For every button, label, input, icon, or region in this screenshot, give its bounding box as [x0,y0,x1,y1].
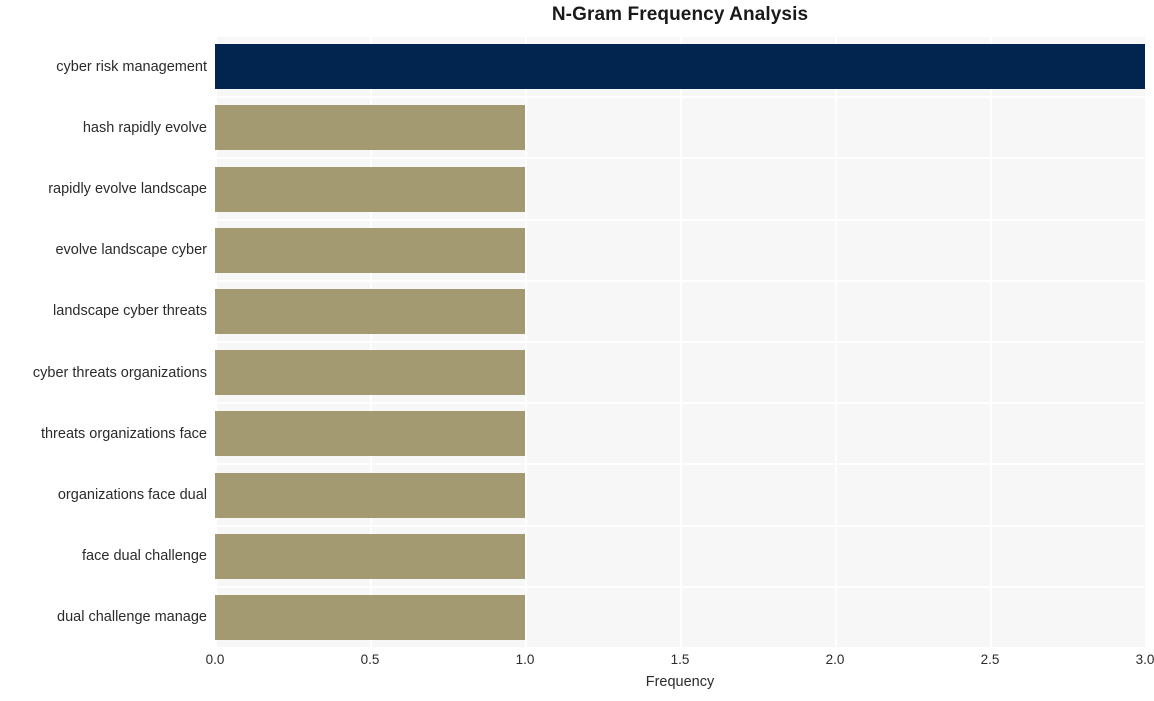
bar[interactable] [215,594,525,640]
vertical-gridline [835,36,837,648]
vertical-gridline [680,36,682,648]
x-axis-tick-label: 1.5 [670,652,690,667]
bar[interactable] [215,44,1145,90]
y-axis-tick-label: dual challenge manage [57,609,207,626]
y-axis-tick-label: evolve landscape cyber [55,242,207,259]
y-axis-tick-label: cyber risk management [56,58,207,75]
x-axis-tick-label: 2.5 [980,652,1000,667]
x-axis-tick-group: 0.0 0.5 1.0 1.5 2.0 2.5 3.0 [206,652,1154,672]
y-axis-tick-label: face dual challenge [82,548,207,565]
y-axis-tick-label: threats organizations face [40,425,207,442]
bar[interactable] [215,105,525,151]
vertical-gridline [990,36,992,648]
x-axis-tick-label: 2.0 [825,652,845,667]
bar[interactable] [215,533,525,579]
y-axis-tick-label: cyber threats organizations [32,364,207,381]
y-axis-tick-label: hash rapidly evolve [82,119,207,136]
x-axis-title: Frequency [645,674,715,690]
bar[interactable] [215,411,525,457]
bar[interactable] [215,227,525,273]
y-axis-tick-label: organizations face dual [57,487,207,503]
x-axis-tick-label: 0.5 [360,652,380,667]
x-axis-tick-label: 0.0 [205,652,225,667]
vertical-gridline [525,36,527,648]
y-axis-tick-label: rapidly evolve landscape [48,181,207,197]
bar[interactable] [215,166,525,212]
plot-area [215,36,1145,648]
chart-figure: N-Gram Frequency Analysis cyber risk man… [0,0,1154,701]
x-axis-tick-label: 1.0 [515,652,535,667]
x-axis-tick-label: 3.0 [1135,652,1154,667]
y-axis-tick-label: landscape cyber threats [53,303,207,320]
bar[interactable] [215,350,525,396]
page-title: N-Gram Frequency Analysis [551,4,809,25]
y-axis-label-group: cyber risk management hash rapidly evolve… [0,36,207,648]
bar[interactable] [215,288,525,334]
bar[interactable] [215,472,525,518]
